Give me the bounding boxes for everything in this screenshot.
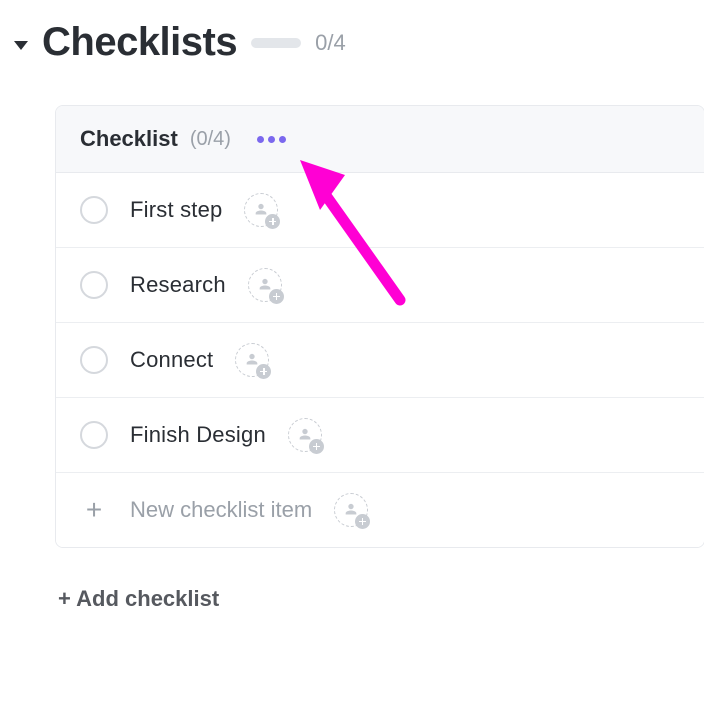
section-header: Checklists 0/4 <box>10 20 704 65</box>
collapse-toggle[interactable] <box>14 41 28 50</box>
more-menu-icon[interactable] <box>251 130 292 149</box>
section-title: Checklists <box>42 20 237 65</box>
plus-icon: + <box>80 496 108 524</box>
checklist-item[interactable]: First step <box>56 173 704 248</box>
assign-user-icon[interactable] <box>248 268 282 302</box>
progress-bar <box>251 38 301 48</box>
add-checklist-button[interactable]: + Add checklist <box>58 586 219 612</box>
checklist-count: (0/4) <box>190 128 231 151</box>
checklist-card: Checklist (0/4) First step Research <box>55 105 704 548</box>
checkbox[interactable] <box>80 271 108 299</box>
checklist-item[interactable]: Connect <box>56 323 704 398</box>
item-label: First step <box>130 197 222 223</box>
item-label: Connect <box>130 347 213 373</box>
checkbox[interactable] <box>80 196 108 224</box>
assign-user-icon[interactable] <box>288 418 322 452</box>
assign-user-icon[interactable] <box>244 193 278 227</box>
checklist-item[interactable]: Finish Design <box>56 398 704 473</box>
progress-count: 0/4 <box>315 30 346 56</box>
item-label: Finish Design <box>130 422 266 448</box>
assign-user-icon[interactable] <box>235 343 269 377</box>
checklist-title: Checklist <box>80 126 178 152</box>
checkbox[interactable] <box>80 346 108 374</box>
assign-user-icon[interactable] <box>334 493 368 527</box>
new-item-row[interactable]: + New checklist item <box>56 473 704 547</box>
new-item-placeholder: New checklist item <box>130 497 312 523</box>
checklist-item[interactable]: Research <box>56 248 704 323</box>
item-label: Research <box>130 272 226 298</box>
checklist-header: Checklist (0/4) <box>56 106 704 173</box>
checkbox[interactable] <box>80 421 108 449</box>
